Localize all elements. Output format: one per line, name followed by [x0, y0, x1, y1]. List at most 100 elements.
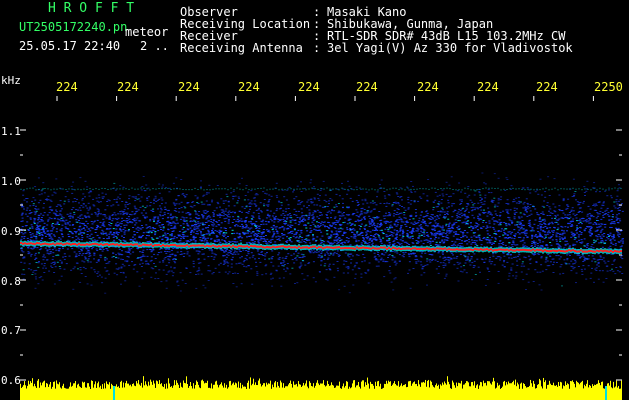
noise-pixel — [302, 256, 305, 258]
noise-pixel — [102, 238, 105, 239]
noise-pixel — [524, 257, 527, 259]
noise-pixel — [471, 239, 473, 241]
noise-pixel — [277, 235, 280, 237]
noise-pixel — [488, 271, 491, 272]
noise-pixel — [78, 251, 81, 253]
noise-pixel — [271, 229, 274, 231]
noise-pixel — [286, 218, 288, 220]
noise-pixel — [446, 213, 449, 215]
noise-pixel — [67, 236, 70, 237]
noise-pixel — [156, 199, 159, 201]
noise-pixel — [480, 198, 483, 200]
noise-pixel — [433, 220, 436, 222]
noise-pixel — [537, 193, 540, 195]
noise-pixel — [145, 224, 148, 226]
noise-pixel — [168, 191, 171, 193]
noise-pixel — [370, 219, 373, 221]
noise-pixel — [312, 234, 314, 236]
noise-pixel — [472, 226, 475, 228]
noise-pixel — [295, 210, 298, 212]
noise-pixel — [521, 263, 524, 265]
noise-pixel — [495, 234, 498, 235]
noise-pixel — [20, 232, 23, 234]
noise-pixel — [59, 268, 62, 270]
noise-pixel — [315, 251, 318, 253]
noise-pixel — [54, 262, 57, 264]
noise-pixel — [284, 211, 287, 213]
noise-pixel — [127, 208, 129, 210]
noise-pixel — [336, 267, 339, 269]
noise-pixel — [147, 262, 150, 264]
noise-pixel — [358, 225, 361, 226]
noise-pixel — [47, 220, 49, 222]
noise-pixel — [378, 211, 381, 212]
noise-pixel — [336, 240, 338, 242]
noise-pixel — [27, 268, 30, 270]
noise-pixel — [328, 263, 331, 265]
noise-pixel — [554, 211, 557, 213]
noise-pixel — [412, 238, 414, 240]
noise-pixel — [208, 249, 211, 251]
noise-pixel — [58, 279, 61, 281]
noise-pixel — [380, 222, 382, 224]
noise-pixel — [616, 217, 619, 219]
noise-pixel — [230, 258, 233, 260]
noise-pixel — [416, 258, 419, 260]
noise-pixel — [312, 223, 315, 225]
noise-pixel — [27, 240, 30, 241]
noise-pixel — [41, 233, 44, 235]
noise-pixel — [410, 233, 413, 234]
noise-pixel — [384, 228, 387, 230]
noise-pixel — [65, 219, 68, 221]
noise-pixel — [308, 213, 311, 215]
noise-pixel — [302, 219, 304, 220]
noise-pixel — [103, 233, 106, 235]
noise-pixel — [348, 292, 351, 294]
noise-pixel — [401, 255, 404, 257]
noise-pixel — [503, 266, 506, 268]
noise-pixel — [601, 259, 604, 261]
noise-pixel — [407, 196, 410, 198]
noise-pixel — [467, 186, 470, 188]
noise-pixel — [303, 241, 306, 242]
noise-pixel — [92, 198, 95, 200]
noise-pixel — [338, 224, 341, 225]
noise-pixel — [343, 241, 346, 243]
noise-pixel — [500, 230, 503, 232]
noise-pixel — [440, 199, 443, 200]
noise-pixel — [86, 231, 89, 232]
noise-pixel — [71, 248, 74, 250]
noise-pixel — [365, 191, 368, 193]
noise-pixel — [165, 239, 168, 241]
noise-pixel — [85, 247, 88, 249]
noise-pixel — [552, 264, 555, 266]
noise-pixel — [241, 206, 244, 208]
noise-pixel — [609, 245, 612, 247]
noise-pixel — [158, 225, 161, 227]
noise-pixel — [281, 265, 284, 267]
noise-pixel — [484, 197, 487, 199]
noise-pixel — [437, 203, 440, 205]
noise-pixel — [193, 237, 196, 239]
noise-pixel — [82, 232, 85, 234]
noise-pixel — [132, 268, 135, 270]
noise-pixel — [29, 234, 32, 236]
noise-pixel — [332, 253, 335, 255]
noise-pixel — [351, 269, 354, 271]
noise-pixel — [403, 253, 406, 255]
noise-pixel — [115, 254, 117, 256]
noise-pixel — [172, 182, 175, 184]
noise-pixel — [144, 217, 147, 219]
noise-pixel — [504, 233, 506, 235]
noise-pixel — [316, 226, 319, 228]
noise-pixel — [307, 222, 310, 224]
noise-pixel — [549, 227, 552, 229]
noise-pixel — [201, 239, 204, 241]
noise-pixel — [35, 210, 38, 212]
noise-pixel — [611, 268, 613, 270]
noise-pixel — [443, 217, 446, 219]
noise-pixel — [252, 216, 255, 218]
noise-pixel — [36, 229, 38, 231]
noise-pixel — [438, 244, 441, 246]
noise-pixel — [574, 261, 577, 263]
